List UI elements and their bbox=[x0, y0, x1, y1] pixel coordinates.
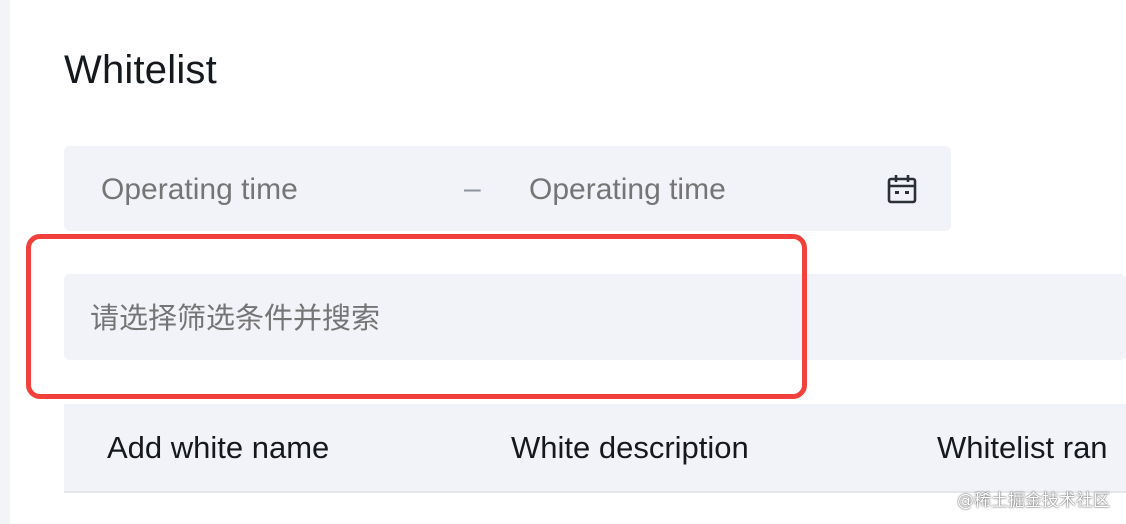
range-separator: – bbox=[464, 172, 481, 205]
column-header-add-white-name[interactable]: Add white name bbox=[107, 404, 329, 491]
column-header-white-description[interactable]: White description bbox=[511, 404, 749, 491]
filter-search-input[interactable] bbox=[88, 274, 792, 362]
end-time-input[interactable] bbox=[527, 146, 861, 233]
page-title: Whitelist bbox=[64, 48, 217, 92]
left-edge-panel bbox=[0, 0, 10, 524]
start-time-input[interactable] bbox=[99, 146, 433, 233]
operating-time-range-picker[interactable]: – bbox=[64, 146, 951, 233]
calendar-icon[interactable] bbox=[886, 173, 918, 205]
column-header-whitelist-range[interactable]: Whitelist ran bbox=[937, 404, 1108, 491]
watermark: @稀土掘金技术社区 bbox=[957, 491, 1110, 511]
filter-search-box[interactable] bbox=[64, 274, 1126, 362]
table-header: Add white name White description Whiteli… bbox=[64, 404, 1126, 493]
